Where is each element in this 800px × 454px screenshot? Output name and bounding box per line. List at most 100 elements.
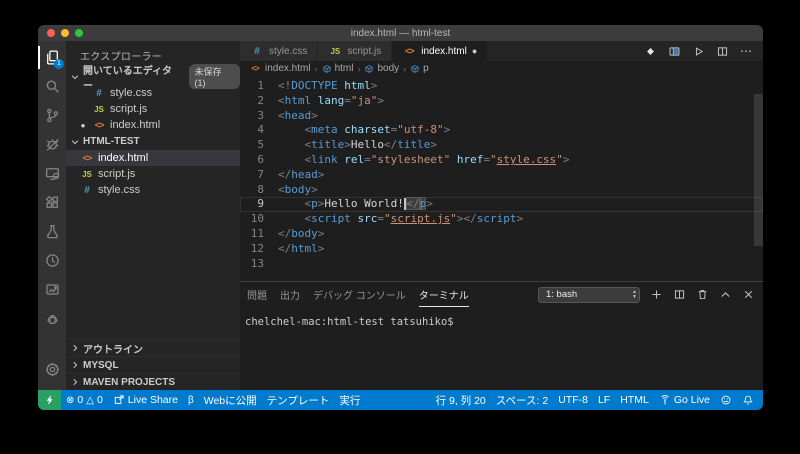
split-terminal-icon[interactable] — [673, 288, 686, 301]
remote-preview-activity-button[interactable] — [38, 159, 66, 188]
symbol-icon — [322, 64, 332, 74]
tab-problems[interactable]: 問題 — [247, 282, 267, 307]
code-line[interactable]: 9<p>Hello World!</p> — [240, 197, 763, 212]
language-mode-status[interactable]: HTML — [615, 390, 654, 410]
panel-header: 問題 出力 デバッグ コンソール ターミナル 1: bash ▲▼ — [240, 282, 763, 307]
new-terminal-icon[interactable] — [650, 288, 663, 301]
mysql-section-header[interactable]: MYSQL — [66, 356, 240, 373]
source-control-activity-button[interactable] — [38, 101, 66, 130]
line-number: 4 — [240, 123, 278, 138]
gear-icon — [44, 361, 61, 378]
beta-status[interactable]: β — [183, 390, 199, 410]
chevron-right-icon — [70, 343, 80, 353]
editor-scrollbar[interactable] — [754, 94, 763, 246]
open-editors-header[interactable]: 開いているエディター 未保存 (1) — [66, 68, 240, 85]
problems-status[interactable]: ⊗ 0 △ 0 — [61, 390, 108, 410]
tab-terminal[interactable]: ターミナル — [419, 282, 469, 307]
publish-web-button[interactable]: Webに公開 — [199, 390, 262, 410]
maven-section-header[interactable]: MAVEN PROJECTS — [66, 373, 240, 390]
debug-activity-button[interactable] — [38, 130, 66, 159]
file-item[interactable]: JS script.js — [66, 166, 240, 182]
breadcrumb-separator: › — [403, 64, 406, 74]
code-lines: 1<!DOCTYPE html>2<html lang="ja">3<head>… — [240, 79, 763, 271]
code-editor[interactable]: 1<!DOCTYPE html>2<html lang="ja">3<head>… — [240, 76, 763, 281]
tab-debug-console[interactable]: デバッグ コンソール — [313, 282, 406, 307]
test-explorer-activity-button[interactable] — [38, 217, 66, 246]
js-file-icon: JS — [92, 105, 106, 114]
remote-indicator[interactable] — [38, 390, 61, 410]
symbol-icon — [364, 64, 374, 74]
breadcrumb-item[interactable]: <> index.html — [248, 63, 311, 74]
live-share-status[interactable]: Live Share — [108, 390, 183, 410]
breadcrumb-item[interactable]: p — [410, 63, 429, 74]
tab-script-js[interactable]: JS script.js — [318, 41, 392, 61]
monitor-icon — [44, 165, 61, 182]
line-number: 8 — [240, 183, 278, 198]
tab-output[interactable]: 出力 — [280, 282, 300, 307]
run-button[interactable]: 実行 — [334, 390, 365, 410]
zoom-window-button[interactable] — [75, 29, 83, 37]
run-code-icon[interactable] — [692, 45, 705, 58]
code-line[interactable]: 3<head> — [240, 109, 763, 124]
terminal-output[interactable]: chelchel-mac:html-test tatsuhiko$ — [240, 307, 763, 390]
open-editor-item[interactable]: JS script.js — [66, 101, 240, 117]
folder-header[interactable]: HTML-TEST — [66, 133, 240, 150]
breadcrumb-item[interactable]: body — [364, 63, 399, 74]
code-line[interactable]: 1<!DOCTYPE html> — [240, 79, 763, 94]
terminal-shell-select[interactable]: 1: bash ▲▼ — [538, 287, 640, 303]
template-button[interactable]: テンプレート — [262, 390, 335, 410]
outline-section-header[interactable]: アウトライン — [66, 339, 240, 356]
boot-tools-activity-button[interactable] — [38, 304, 66, 333]
editor-group: # style.css JS script.js <> index.html ● — [240, 41, 763, 390]
code-line[interactable]: 7</head> — [240, 168, 763, 183]
notifications-button[interactable] — [737, 390, 759, 410]
code-line[interactable]: 12</html> — [240, 242, 763, 257]
line-number: 11 — [240, 227, 278, 242]
format-icon[interactable] — [644, 45, 657, 58]
close-window-button[interactable] — [47, 29, 55, 37]
file-item[interactable]: <> index.html — [66, 150, 240, 166]
encoding-status[interactable]: UTF-8 — [553, 390, 593, 410]
time-tracker-activity-button[interactable] — [38, 246, 66, 275]
settings-button[interactable] — [38, 355, 66, 384]
tab-style-css[interactable]: # style.css — [240, 41, 318, 61]
cursor-position-status[interactable]: 行 9, 列 20 — [431, 390, 491, 410]
code-line[interactable]: 2<html lang="ja"> — [240, 94, 763, 109]
code-line[interactable]: 10<script src="script.js"></script> — [240, 212, 763, 227]
chevron-down-icon — [70, 72, 80, 82]
live-server-activity-button[interactable] — [38, 275, 66, 304]
code-line[interactable]: 4<meta charset="utf-8"> — [240, 123, 763, 138]
split-editor-icon[interactable] — [716, 45, 729, 58]
search-activity-button[interactable] — [38, 72, 66, 101]
close-panel-icon[interactable] — [742, 288, 755, 301]
breadcrumb: <> index.html › html › body › — [240, 61, 763, 76]
breadcrumb-item[interactable]: html — [322, 63, 354, 74]
line-number: 3 — [240, 109, 278, 124]
code-line[interactable]: 5<title>Hello</title> — [240, 138, 763, 153]
eol-status[interactable]: LF — [593, 390, 615, 410]
feedback-button[interactable] — [715, 390, 737, 410]
open-editors-list: # style.css JS script.js ● <> index.html — [66, 85, 240, 133]
tab-index-html[interactable]: <> index.html ● — [392, 41, 488, 61]
extensions-activity-button[interactable] — [38, 188, 66, 217]
explorer-activity-button[interactable]: 1 — [38, 43, 66, 72]
minimize-window-button[interactable] — [61, 29, 69, 37]
error-icon: ⊗ — [66, 395, 74, 406]
file-item[interactable]: # style.css — [66, 182, 240, 198]
kill-terminal-icon[interactable] — [696, 288, 709, 301]
go-live-button[interactable]: Go Live — [654, 390, 715, 410]
modified-indicator: ● — [78, 121, 88, 130]
open-editor-item[interactable]: # style.css — [66, 85, 240, 101]
maximize-panel-icon[interactable] — [719, 288, 732, 301]
live-share-icon — [113, 394, 125, 406]
open-editor-item[interactable]: ● <> index.html — [66, 117, 240, 133]
code-line[interactable]: 11</body> — [240, 227, 763, 242]
more-actions-icon[interactable]: ⋯ — [740, 44, 753, 58]
broadcast-icon — [659, 394, 671, 406]
html-file-icon: <> — [92, 120, 106, 130]
code-line[interactable]: 6<link rel="stylesheet" href="style.css"… — [240, 153, 763, 168]
open-preview-icon[interactable] — [668, 45, 681, 58]
indentation-status[interactable]: スペース: 2 — [491, 390, 553, 410]
code-line[interactable]: 8<body> — [240, 183, 763, 198]
code-line[interactable]: 13 — [240, 257, 763, 272]
